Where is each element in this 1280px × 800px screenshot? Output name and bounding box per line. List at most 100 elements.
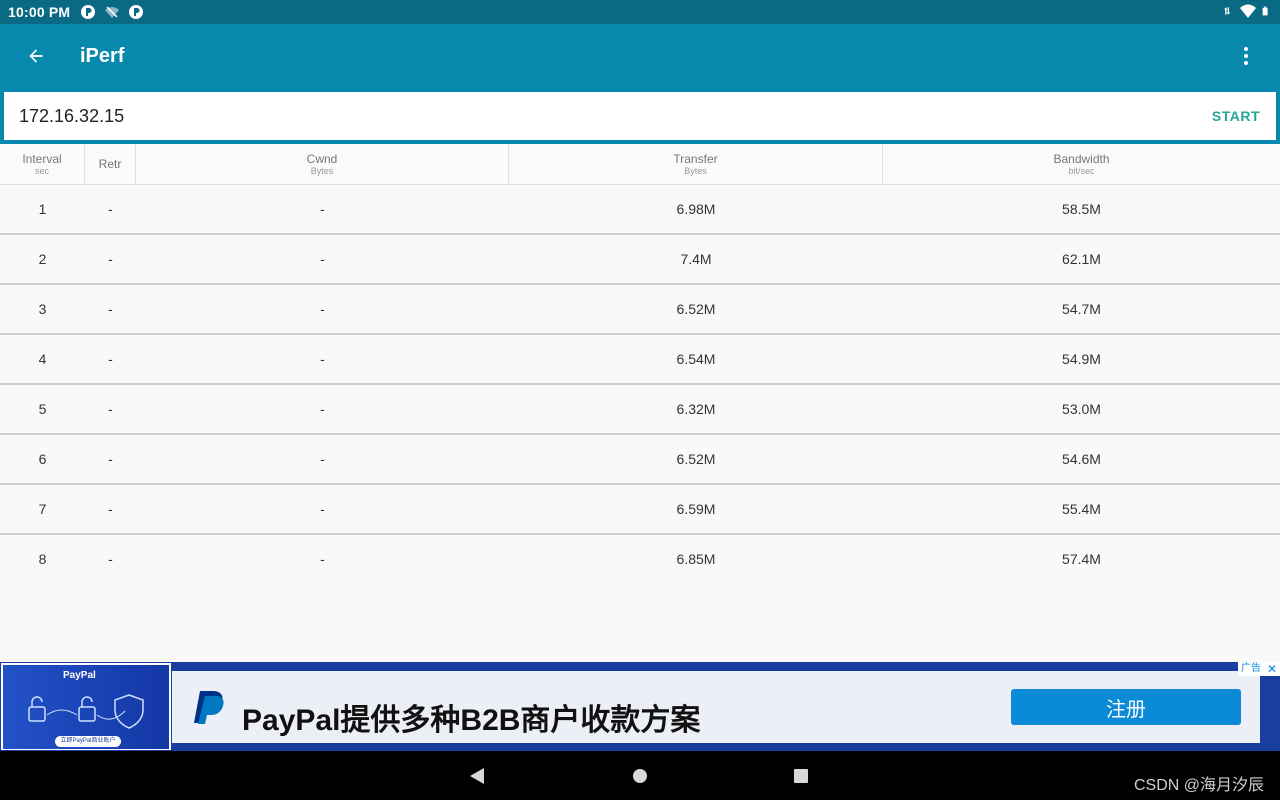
cell-cwnd: - <box>320 251 325 267</box>
cell-transfer: 6.52M <box>676 301 716 317</box>
column-title: Bandwidth <box>1053 151 1110 166</box>
column-title: Transfer <box>673 151 718 166</box>
column-header-cwnd: Cwnd Bytes <box>136 144 509 184</box>
cell-cwnd: - <box>320 351 325 367</box>
wifi-icon <box>1240 4 1256 18</box>
wifi-off-icon <box>105 6 119 18</box>
status-icons-left <box>80 4 144 20</box>
cell-interval: 1 <box>38 201 47 217</box>
column-title: Interval <box>22 151 62 166</box>
ad-banner[interactable]: PayPal 立即PayPal商业账户 PayPal提供多种B2B商户收款方案 … <box>0 662 1280 751</box>
column-header-bandwidth: Bandwidth bit/sec <box>883 144 1280 184</box>
table-row: 2 - - 7.4M 62.1M <box>0 235 1280 285</box>
cell-transfer: 6.59M <box>676 501 716 517</box>
column-title: Retr <box>98 157 122 171</box>
column-header-retr: Retr <box>85 144 136 184</box>
cell-transfer: 6.98M <box>676 201 716 217</box>
app-notification-icon <box>129 5 143 19</box>
cell-retr: - <box>108 451 113 467</box>
cell-cwnd: - <box>320 401 325 417</box>
cell-retr: - <box>108 401 113 417</box>
column-title: Cwnd <box>306 151 338 166</box>
ad-close-icon[interactable]: ✕ <box>1264 662 1280 676</box>
cell-bandwidth: 55.4M <box>1062 501 1101 517</box>
column-unit: bit/sec <box>1068 165 1095 176</box>
battery-icon <box>1262 6 1268 16</box>
cell-interval: 3 <box>38 301 47 317</box>
results-table: Interval sec Retr Cwnd Bytes Transfer By… <box>0 144 1280 583</box>
column-unit: Bytes <box>310 165 334 176</box>
lock-shield-icon <box>28 694 144 729</box>
table-row: 5 - - 6.32M 53.0M <box>0 385 1280 435</box>
status-icons-right <box>1224 3 1272 19</box>
cell-transfer: 6.52M <box>676 451 716 467</box>
column-unit: sec <box>34 165 49 176</box>
app-notification-icon <box>81 5 95 19</box>
paypal-logo-icon <box>194 691 224 724</box>
cell-bandwidth: 54.7M <box>1062 301 1101 317</box>
ad-main-panel: PayPal提供多种B2B商户收款方案 注册 <box>172 671 1260 743</box>
cell-bandwidth: 62.1M <box>1062 251 1101 267</box>
cell-interval: 7 <box>38 501 47 517</box>
more-vert-icon <box>1244 47 1248 65</box>
cell-bandwidth: 54.9M <box>1062 351 1101 367</box>
ad-paypal-small-logo: PayPal <box>63 670 96 681</box>
table-row: 7 - - 6.59M 55.4M <box>0 485 1280 535</box>
cell-interval: 6 <box>38 451 47 467</box>
ad-register-button[interactable]: 注册 <box>1011 689 1241 725</box>
host-address-input[interactable] <box>19 102 1119 130</box>
column-header-interval: Interval sec <box>0 144 85 184</box>
cell-cwnd: - <box>320 451 325 467</box>
table-row: 3 - - 6.52M 54.7M <box>0 285 1280 335</box>
host-input-band: START <box>0 88 1280 144</box>
back-button[interactable] <box>16 36 56 76</box>
ad-label-tag: 广告 <box>1238 662 1264 676</box>
overflow-menu-button[interactable] <box>1226 36 1266 76</box>
column-unit: Bytes <box>684 165 707 176</box>
cell-bandwidth: 58.5M <box>1062 201 1101 217</box>
nav-recents-button[interactable] <box>789 764 813 788</box>
page-title: iPerf <box>80 45 125 67</box>
ad-left-artwork: PayPal 立即PayPal商业账户 <box>3 665 169 749</box>
table-row: 1 - - 6.98M 58.5M <box>0 185 1280 235</box>
cell-transfer: 6.54M <box>676 351 716 367</box>
cell-interval: 4 <box>38 351 47 367</box>
nav-back-button[interactable] <box>465 764 489 788</box>
cell-interval: 8 <box>38 551 47 567</box>
host-input-card: START <box>4 92 1276 140</box>
ad-small-pill: 立即PayPal商业账户 <box>55 736 121 747</box>
cell-retr: - <box>108 351 113 367</box>
cell-transfer: 6.32M <box>676 401 716 417</box>
cell-bandwidth: 53.0M <box>1062 401 1101 417</box>
system-nav-bar: CSDN @海月汐辰 <box>0 751 1280 800</box>
data-arrows-icon <box>1224 7 1231 15</box>
cell-retr: - <box>108 551 113 567</box>
cell-cwnd: - <box>320 501 325 517</box>
status-time: 10:00 PM <box>8 4 71 20</box>
status-bar: 10:00 PM <box>0 0 1280 24</box>
cell-transfer: 7.4M <box>680 251 712 267</box>
app-toolbar: iPerf <box>0 24 1280 88</box>
watermark-text: CSDN @海月汐辰 <box>1133 777 1264 794</box>
table-row: 8 - - 6.85M 57.4M <box>0 535 1280 583</box>
cell-retr: - <box>108 301 113 317</box>
cell-cwnd: - <box>320 301 325 317</box>
table-row: 6 - - 6.52M 54.6M <box>0 435 1280 485</box>
column-header-transfer: Transfer Bytes <box>509 144 883 184</box>
cell-retr: - <box>108 251 113 267</box>
start-button[interactable]: START <box>1202 100 1270 132</box>
cell-transfer: 6.85M <box>676 551 716 567</box>
table-row: 4 - - 6.54M 54.9M <box>0 335 1280 385</box>
cell-bandwidth: 57.4M <box>1062 551 1101 567</box>
cell-retr: - <box>108 501 113 517</box>
nav-back-icon <box>470 768 484 784</box>
cell-bandwidth: 54.6M <box>1062 451 1101 467</box>
nav-recents-icon <box>794 769 808 783</box>
arrow-back-icon <box>29 49 43 63</box>
nav-home-button[interactable] <box>628 764 652 788</box>
cell-interval: 2 <box>38 251 47 267</box>
table-header: Interval sec Retr Cwnd Bytes Transfer By… <box>0 144 1280 185</box>
nav-home-icon <box>633 769 647 783</box>
cell-interval: 5 <box>38 401 47 417</box>
cell-retr: - <box>108 201 113 217</box>
